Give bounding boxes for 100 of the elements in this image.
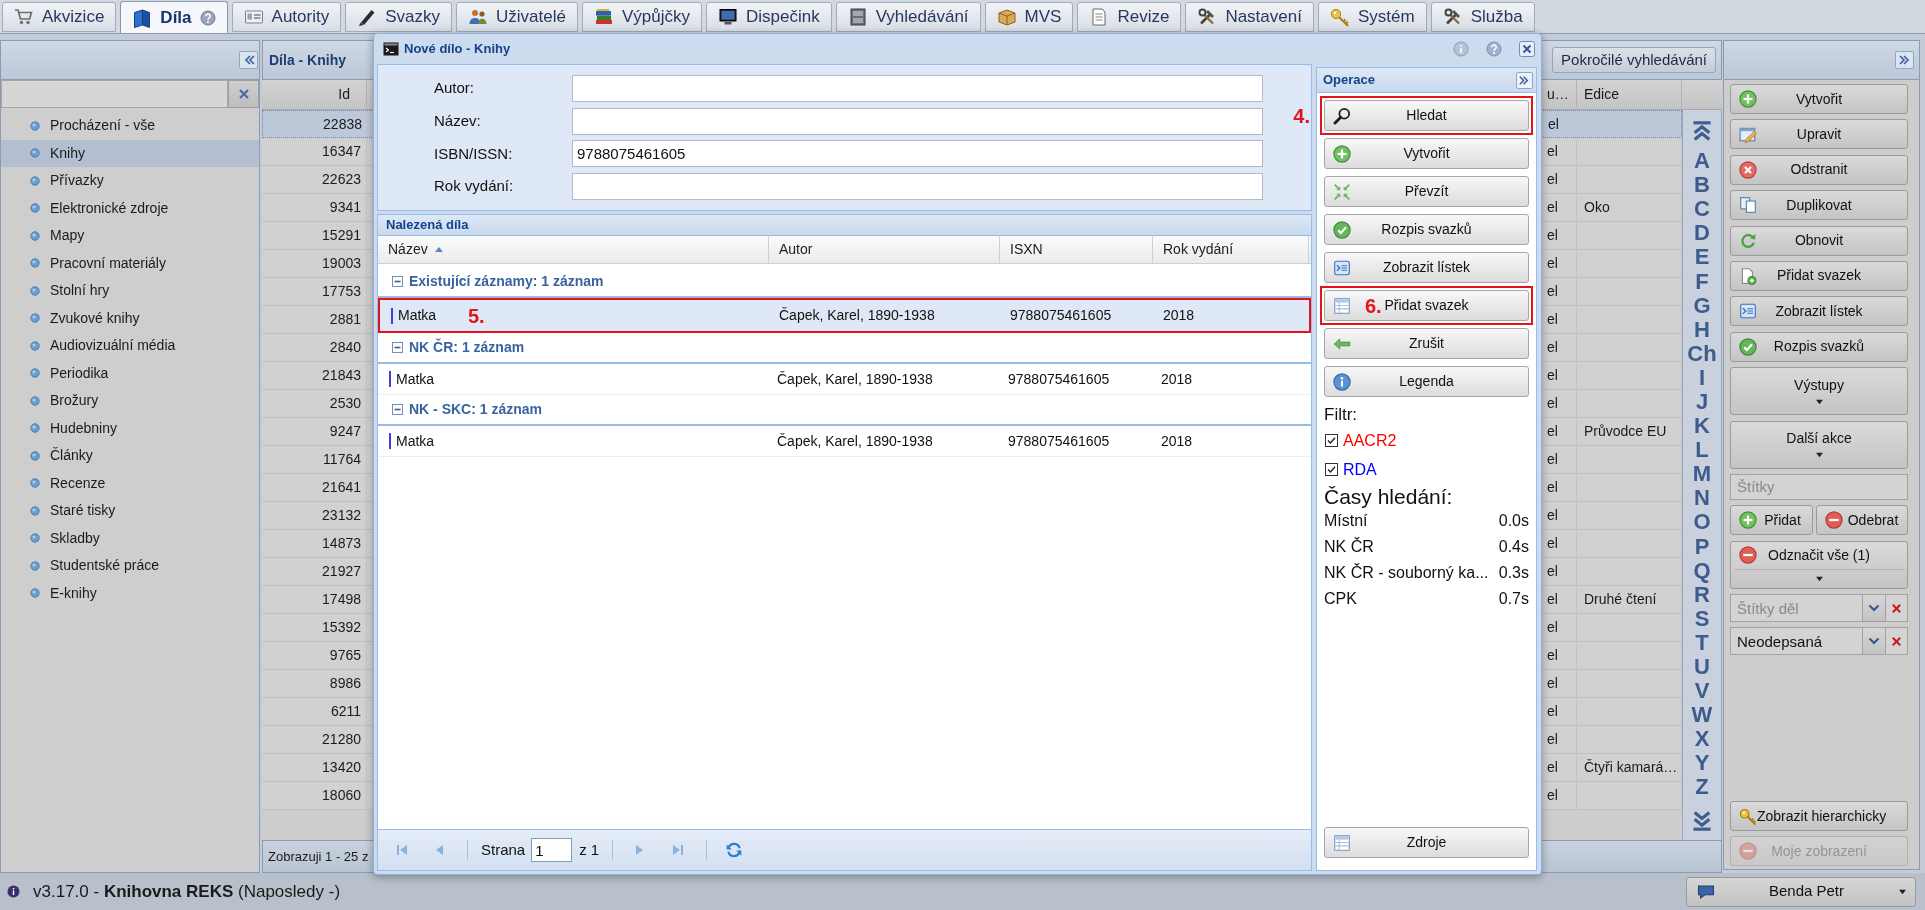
alphabet-letter[interactable]: I	[1698, 365, 1706, 390]
legend-button[interactable]: Legenda	[1324, 366, 1529, 397]
refresh-button[interactable]: Obnovit	[1730, 225, 1908, 256]
tree-item[interactable]: Audiovizuální média	[1, 332, 259, 360]
collapse-button[interactable]	[239, 51, 258, 69]
tab[interactable]: Vyhledávání	[835, 2, 981, 32]
unmark-all-button[interactable]: Odznačit vše (1)	[1730, 540, 1908, 589]
tree-item[interactable]: Studentské práce	[1, 552, 259, 580]
user-menu-button[interactable]: Benda Petr	[1686, 876, 1916, 907]
minus-box-icon[interactable]	[392, 342, 403, 353]
combo-field[interactable]: Štítky děl	[1730, 594, 1863, 623]
cancel-button[interactable]: Zrušit	[1324, 328, 1529, 359]
checkbox[interactable]	[1325, 434, 1338, 447]
edit-button[interactable]: Upravit	[1730, 119, 1908, 150]
tree-item[interactable]: Mapy	[1, 222, 259, 250]
volume-list-button[interactable]: Rozpis svazků	[1324, 214, 1529, 245]
checkbox-label[interactable]: RDA	[1343, 457, 1377, 482]
alphabet-letter[interactable]: B	[1694, 173, 1710, 198]
alphabet-letter[interactable]: T	[1695, 630, 1709, 655]
tab[interactable]: Díla	[120, 1, 228, 33]
alphabet-letter[interactable]: Z	[1695, 775, 1709, 800]
alphabet-letter[interactable]: V	[1694, 679, 1710, 704]
close-icon[interactable]	[1519, 41, 1535, 57]
alphabet-letter[interactable]: O	[1693, 510, 1711, 535]
tab[interactable]: Nastavení	[1185, 2, 1314, 32]
clear-button[interactable]	[1886, 627, 1908, 656]
tab[interactable]: Svazky	[345, 2, 452, 32]
refresh-icon[interactable]	[725, 841, 744, 859]
tags-field[interactable]: Štítky	[1730, 473, 1908, 500]
column-header[interactable]: Edice	[1577, 80, 1682, 109]
tree-item[interactable]: Hudebniny	[1, 414, 259, 442]
show-card-button[interactable]: Zobrazit lístek	[1730, 296, 1908, 327]
tab[interactable]: Výpůjčky	[581, 2, 702, 32]
alphabet-letter[interactable]: C	[1694, 197, 1710, 222]
duplicate-button[interactable]: Duplikovat	[1730, 190, 1908, 221]
search-field[interactable]	[1, 80, 228, 108]
tab[interactable]: Dispečink	[705, 2, 832, 32]
column-header[interactable]: Autor	[769, 236, 1000, 263]
tab[interactable]: Uživatelé	[456, 2, 578, 32]
minus-box-icon[interactable]	[392, 276, 403, 287]
alphabet-letter[interactable]: A	[1694, 149, 1710, 174]
double-chevron-up-icon[interactable]	[1692, 120, 1712, 142]
tab[interactable]: Služba	[1430, 2, 1535, 32]
page-field[interactable]: 1	[531, 838, 573, 862]
alphabet-letter[interactable]: E	[1694, 245, 1710, 270]
menu-button[interactable]: Další akce	[1730, 420, 1908, 469]
alphabet-letter[interactable]: S	[1694, 606, 1710, 631]
clear-button[interactable]	[1886, 594, 1908, 623]
column-header[interactable]: Id	[262, 80, 367, 109]
import-button[interactable]: Převzít	[1324, 176, 1529, 207]
input-field[interactable]	[572, 173, 1263, 201]
help-icon[interactable]	[199, 9, 216, 26]
show-card-button[interactable]: Zobrazit lístek	[1324, 252, 1529, 283]
alphabet-letter[interactable]: H	[1694, 317, 1710, 342]
alphabet-letter[interactable]: N	[1694, 486, 1710, 511]
tree-item[interactable]: Staré tisky	[1, 497, 259, 525]
hierarchy-button[interactable]: Zobrazit hierarchicky	[1730, 801, 1908, 831]
menu-button[interactable]: Výstupy	[1730, 367, 1908, 416]
alphabet-letter[interactable]: L	[1695, 438, 1709, 463]
tab[interactable]: Autority	[231, 2, 342, 32]
tree-item[interactable]: Přívazky	[1, 167, 259, 195]
column-header[interactable]: Rok vydání	[1153, 236, 1309, 263]
minus-box-icon[interactable]	[392, 404, 403, 415]
help-icon[interactable]	[1486, 41, 1502, 57]
alphabet-letter[interactable]: J	[1695, 389, 1709, 415]
alphabet-letter[interactable]: P	[1694, 534, 1710, 559]
add-volume-button[interactable]: Přidat svazek	[1730, 260, 1908, 291]
tree-item[interactable]: Periodika	[1, 359, 259, 387]
tree-item[interactable]: Recenze	[1, 469, 259, 497]
tree-item[interactable]: Skladby	[1, 524, 259, 552]
clear-button[interactable]	[228, 80, 259, 108]
add-button[interactable]: Přidat	[1730, 505, 1813, 536]
tab[interactable]: Akvizice	[2, 2, 117, 32]
alphabet-letter[interactable]: K	[1694, 414, 1710, 439]
volume-list-button[interactable]: Rozpis svazků	[1730, 331, 1908, 362]
remove-button[interactable]: Odebrat	[1816, 505, 1908, 536]
checkbox[interactable]	[1325, 463, 1338, 476]
info-icon[interactable]	[1453, 41, 1469, 57]
alphabet-letter[interactable]: D	[1694, 221, 1710, 246]
sources-button[interactable]: Zdroje	[1324, 827, 1529, 858]
alphabet-letter[interactable]: Y	[1694, 751, 1710, 776]
input-field[interactable]: 9788075461605	[572, 140, 1263, 168]
create-button[interactable]: Vytvořit	[1730, 84, 1908, 114]
tree-item[interactable]: Procházení - vše	[1, 112, 259, 140]
tree-item[interactable]: Elektronické zdroje	[1, 194, 259, 222]
column-header[interactable]: Název	[378, 236, 769, 263]
input-field[interactable]	[572, 75, 1263, 102]
delete-button[interactable]: Odstranit	[1730, 154, 1908, 185]
tree-item[interactable]: Brožury	[1, 387, 259, 415]
alphabet-letter[interactable]: W	[1691, 703, 1713, 728]
tab[interactable]: MVS	[984, 2, 1074, 32]
alphabet-letter[interactable]: Q	[1693, 558, 1711, 583]
expand-button[interactable]	[1516, 71, 1533, 89]
tree-item[interactable]: Knihy	[1, 139, 259, 167]
tree-item[interactable]: Stolní hry	[1, 277, 259, 305]
combo-field[interactable]: Neodepsaná	[1730, 627, 1863, 656]
alphabet-letter[interactable]: Ch	[1687, 341, 1717, 366]
column-header[interactable]: ISXN	[1000, 236, 1153, 263]
dropdown-button[interactable]	[1863, 594, 1886, 623]
tab[interactable]: Revize	[1077, 2, 1182, 32]
